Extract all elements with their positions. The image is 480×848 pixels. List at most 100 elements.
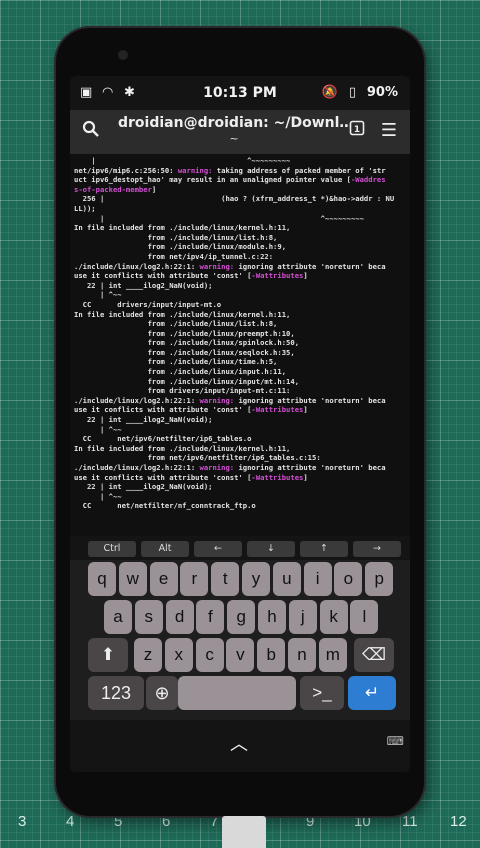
ruler-number: 12 [450,813,467,830]
letter-key[interactable]: x [164,638,193,672]
search-icon[interactable] [80,120,102,142]
warning-label: warning: [199,261,235,271]
ruler-number: 11 [402,813,418,830]
battery-icon: ▯ [348,85,356,100]
chevron-up-icon[interactable]: ︿ [230,730,248,756]
terminal-text: from ./include/linux/module.h:9, [74,242,287,252]
terminal-text: use it conflicts with attribute 'const' … [74,271,252,281]
terminal-line: | ^~~ [74,425,406,435]
warning-flag[interactable]: -Wattributes [251,405,303,414]
letter-key[interactable]: m [318,638,347,672]
enter-icon[interactable]: ↵ [348,676,396,710]
letter-key[interactable]: f [196,600,225,634]
backspace-icon[interactable]: ⌫ [354,638,394,672]
terminal-line: net/ipv6/mip6.c:256:50: warning: taking … [74,166,406,176]
terminal-line: In file included from ./include/linux/ke… [74,310,406,320]
terminal-line: ./include/linux/log2.h:22:1: warning: ig… [74,396,406,406]
letter-key[interactable]: y [242,562,270,596]
terminal-line: from ./include/linux/input/mt.h:14, [74,377,406,387]
shift-icon[interactable]: ⬆ [88,638,128,672]
terminal-line: In file included from ./include/linux/ke… [74,444,406,454]
terminal-text: from ./include/linux/seqlock.h:35, [74,347,295,357]
terminal-line: ./include/linux/log2.h:22:1: warning: ig… [74,262,406,272]
menu-icon[interactable]: ☰ [378,120,400,142]
terminal-text: use it conflicts with attribute 'const' … [74,405,252,415]
letter-key[interactable]: p [365,562,394,596]
letter-key[interactable]: q [88,562,116,596]
warning-flag[interactable]: -Waddres [351,175,386,184]
terminal-text: 22 | int ____ilog2_NaN(void); [74,482,213,492]
extra-key[interactable]: Alt [141,541,189,557]
letter-key[interactable]: i [303,562,332,596]
letter-key[interactable]: w [118,562,147,596]
letter-key[interactable]: u [272,562,301,596]
terminal-line: from ./include/linux/module.h:9, [74,242,406,252]
terminal-line: CC net/netfilter/nf_conntrack_ftp.o [74,501,406,511]
terminal-text: CC net/netfilter/nf_conntrack_ftp.o [74,501,256,511]
extra-key[interactable]: → [353,541,401,557]
terminal-text: In file included from ./include/linux/ke… [74,309,291,319]
globe-icon[interactable]: ⊕ [146,676,178,710]
terminal-line: from drivers/input/input-mt.c:11: [74,386,406,396]
terminal-text: 22 | int ____ilog2_NaN(void); [74,280,213,290]
terminal-text: CC net/ipv6/netfilter/ip6_tables.o [74,434,252,444]
extra-key[interactable]: Ctrl [88,541,136,557]
terminal-header: droidian@droidian: ~/Downl… ~ 1 ☰ [70,110,410,154]
extra-key[interactable]: ↑ [300,541,348,557]
terminal-key[interactable]: >_ [300,676,344,710]
terminal-text: from ./include/linux/spinlock.h:50, [74,338,300,348]
letter-key[interactable]: c [195,638,224,672]
terminal-line: from net/ipv4/ip_tunnel.c:22: [74,252,406,262]
terminal-text: ] [151,184,157,194]
letter-key[interactable]: s [134,600,163,634]
terminal-text: from ./include/linux/input.h:11, [74,367,287,377]
terminal-line: CC drivers/input/input-mt.o [74,300,406,310]
terminal-text: from ./include/linux/time.h:5, [74,357,278,367]
letter-key[interactable]: n [288,638,316,672]
letter-key[interactable]: a [104,600,132,634]
terminal-line: | ^~~~~~~~~~ [74,156,406,166]
on-screen-keyboard: 123 ⊕ >_ ↵ ⬆ ⌫ qwertyuiop asdfghjkl zxcvbn… [70,560,410,720]
letter-key[interactable]: e [149,562,178,596]
terminal-text: LL)); [74,203,96,213]
space-key[interactable] [178,676,296,710]
terminal-line: from ./include/linux/seqlock.h:35, [74,348,406,358]
letter-key[interactable]: v [226,638,255,672]
extra-keys-row: Ctrl Alt ← ↓ ↑ → [70,538,410,560]
letter-key[interactable]: t [211,562,240,596]
letter-key[interactable]: g [227,600,256,634]
letter-key[interactable]: j [288,600,317,634]
letter-key[interactable]: k [319,600,348,634]
terminal-line: from net/ipv6/netfilter/ip6_tables.c:15: [74,453,406,463]
terminal-text: from ./include/linux/preempt.h:10, [74,328,295,338]
letter-key[interactable]: h [258,600,286,634]
numbers-key[interactable]: 123 [88,676,144,710]
warning-label: warning: [177,165,213,175]
letter-key[interactable]: z [134,638,162,672]
letter-key[interactable]: l [350,600,379,634]
terminal-line: uct ipv6_destopt_hao' may result in an u… [74,175,406,185]
terminal-text: | ^~~ [74,424,122,434]
warning-flag[interactable]: -Wattributes [251,473,303,482]
extra-key[interactable]: ↓ [247,541,295,557]
tabs-icon[interactable]: 1 [346,120,368,142]
letter-key[interactable]: o [334,562,363,596]
warning-label: warning: [199,395,235,405]
window-title: droidian@droidian: ~/Downl… [118,115,350,131]
terminal-text: ] [303,271,308,281]
terminal-text: | ^~~ [74,290,122,300]
terminal-output[interactable]: | ^~~~~~~~~~ net/ipv6/mip6.c:256:50: warn… [70,154,410,536]
warning-flag[interactable]: -Wattributes [251,271,303,280]
keyboard-icon[interactable]: ⌨ [387,734,404,748]
terminal-text: In file included from ./include/linux/ke… [74,223,291,233]
terminal-text: from ./include/linux/input/mt.h:14, [74,376,300,386]
terminal-text: 22 | int ____ilog2_NaN(void); [74,415,213,425]
terminal-line: 22 | int ____ilog2_NaN(void); [74,281,406,291]
extra-key[interactable]: ← [194,541,242,557]
letter-key[interactable]: b [257,638,286,672]
ruler-number: 4 [66,813,75,830]
warning-flag[interactable]: s-of-packed-member [74,185,152,194]
letter-key[interactable]: r [180,562,209,596]
terminal-text: ./include/linux/log2.h:22:1: [74,261,200,271]
letter-key[interactable]: d [165,600,194,634]
